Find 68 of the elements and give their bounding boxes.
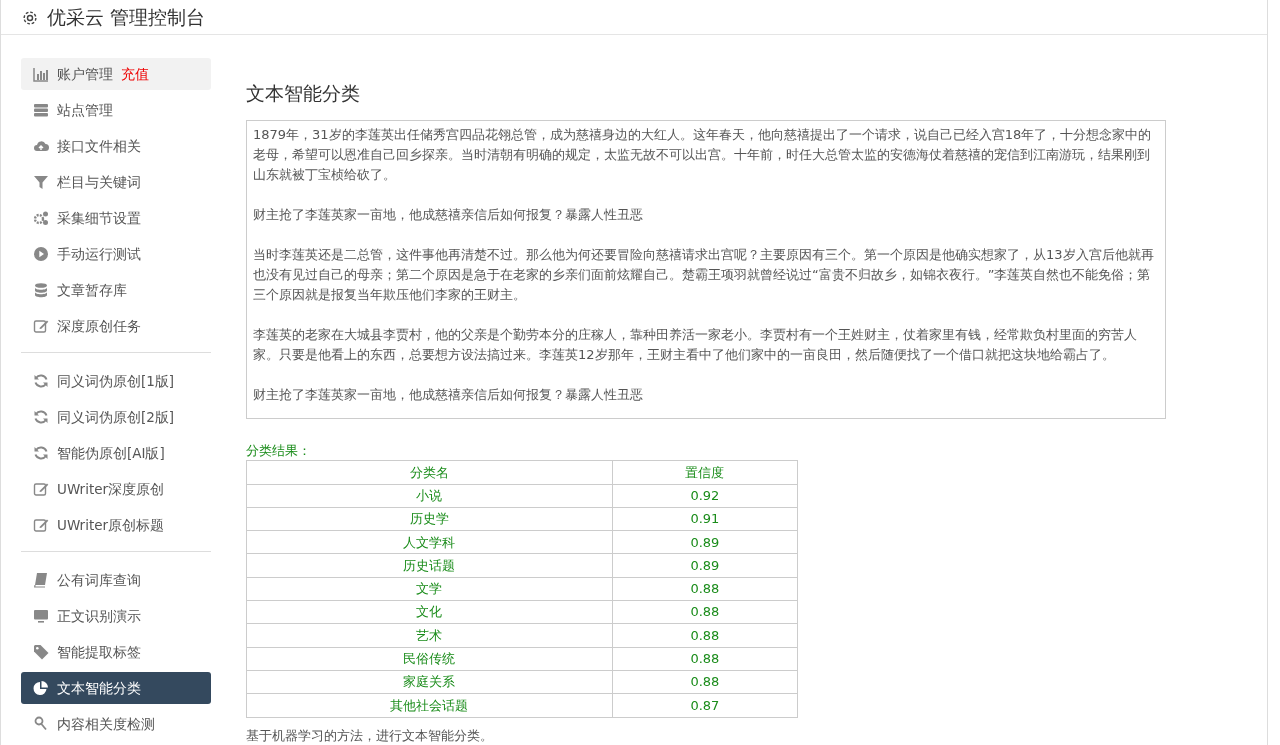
refresh-icon bbox=[33, 445, 49, 462]
sidebar-item[interactable]: UWriter深度原创 bbox=[21, 473, 211, 506]
refresh-icon bbox=[33, 409, 49, 426]
refresh-icon bbox=[33, 373, 49, 390]
sidebar-item[interactable]: 站点管理 bbox=[21, 94, 211, 127]
sidebar-item[interactable]: 同义词伪原创[1版] bbox=[21, 365, 211, 398]
table-cell: 文化 bbox=[246, 600, 613, 624]
section-title: 文本智能分类 bbox=[246, 81, 361, 107]
table-cell: 0.89 bbox=[612, 553, 798, 578]
sidebar-item[interactable]: 深度原创任务 bbox=[21, 310, 211, 343]
paragraph: 李莲英的老家在大城县李贾村，他的父亲是个勤劳本分的庄稼人，靠种田养活一家老小。李贾村有一个王姓财主，仗着家里有钱，经常欺负村里面的穷苦人家。只要是他看上的东西，总要想方设法搞过来。李莲英12岁那年，王财主看中了他们家中的一亩良田，然后随便找了一个借口就把这块地给霸占了。 bbox=[253, 325, 1138, 364]
paragraph: 财主抢了李莲英家一亩地，他成慈禧亲信后如何报复？暴露人性丑恶 bbox=[253, 205, 644, 224]
text-input-area[interactable] bbox=[246, 119, 1166, 419]
sidebar-item[interactable]: 文章暂存库 bbox=[21, 274, 211, 307]
sidebar-item[interactable]: 公有词库查询 bbox=[21, 564, 211, 597]
result-label: 分类结果： bbox=[246, 441, 312, 460]
sidebar-item[interactable]: 手动运行测试 bbox=[21, 238, 211, 271]
monitor-icon bbox=[33, 608, 49, 625]
table-cell: 0.92 bbox=[612, 484, 798, 508]
table-cell: 0.88 bbox=[612, 647, 798, 671]
table-cell: 艺术 bbox=[246, 623, 613, 648]
table-cell: 文学 bbox=[246, 577, 613, 601]
book-icon bbox=[33, 572, 49, 589]
edit-icon bbox=[33, 318, 49, 335]
chart-icon bbox=[33, 66, 49, 83]
paragraph: 当时李莲英还是二总管，这件事他再清楚不过。那么他为何还要冒险向慈禧请求出宫呢？主要原因有三个。第一个原因是他确实想家了，从13岁入宫后他就再也没有见过自己的母亲；第二个原因是急于在老家的乡亲们面前炫耀自己。楚霸王项羽就曾经说过“富贵不归故乡，如锦衣夜行。”李莲英自然也不能免俗；第三个原因就是报复当年欺压他们李家的王财主。 bbox=[253, 245, 1155, 304]
table-cell: 0.88 bbox=[612, 600, 798, 624]
edit-icon bbox=[33, 481, 49, 498]
table-cell: 人文学科 bbox=[246, 530, 613, 554]
sidebar-item[interactable]: 智能伪原创[AI版] bbox=[21, 437, 211, 470]
filter-icon bbox=[33, 174, 49, 191]
table-cell: 历史话题 bbox=[246, 553, 613, 578]
pie-chart-icon bbox=[33, 680, 49, 697]
table-cell: 0.91 bbox=[612, 507, 798, 531]
table-cell: 0.88 bbox=[612, 670, 798, 694]
table-cell: 0.89 bbox=[612, 530, 798, 554]
table-cell: 0.88 bbox=[612, 623, 798, 648]
edit-icon bbox=[33, 517, 49, 534]
sidebar-item[interactable]: 接口文件相关 bbox=[21, 130, 211, 163]
page-title: 优采云 管理控制台 bbox=[47, 4, 206, 30]
table-cell: 小说 bbox=[246, 484, 613, 508]
table-cell: 0.87 bbox=[612, 693, 798, 717]
gears-icon bbox=[33, 210, 49, 227]
sidebar-item[interactable]: 同义词伪原创[2版] bbox=[21, 401, 211, 434]
table-cell: 家庭关系 bbox=[246, 670, 613, 694]
table-cell: 民俗传统 bbox=[246, 647, 613, 671]
sidebar-item[interactable]: 采集细节设置 bbox=[21, 202, 211, 235]
sidebar-item[interactable]: 栏目与关键词 bbox=[21, 166, 211, 199]
database-icon bbox=[33, 282, 49, 299]
sidebar-item[interactable]: 账户管理 充值 bbox=[21, 58, 211, 91]
recharge-link: 充值 bbox=[121, 65, 149, 85]
play-icon bbox=[33, 246, 49, 263]
sidebar-item[interactable]: 正文识别演示 bbox=[21, 600, 211, 633]
table-cell: 0.88 bbox=[612, 577, 798, 601]
sidebar-item[interactable]: UWriter原创标题 bbox=[21, 509, 211, 542]
paragraph: 1879年，31岁的李莲英出任储秀宫四品花翎总管，成为慈禧身边的大红人。这年春天，他向慈禧提出了一个请求，说自己已经入宫18年了，十分想念家中的老母，希望可以恩准自己回乡探亲。当时清朝有明确的规定，太监无故不可以出宫。十年前，时任大总管太监的安德海仗着慈禧的宠信到江南游玩，结果刚到山东就被丁宝桢给砍了。 bbox=[253, 125, 1153, 184]
table-cell: 历史学 bbox=[246, 507, 613, 531]
sidebar-item[interactable]: 文本智能分类 bbox=[21, 672, 211, 705]
column-header: 置信度 bbox=[612, 460, 798, 485]
tag-icon bbox=[33, 644, 49, 661]
column-header: 分类名 bbox=[246, 460, 613, 485]
settings-icon bbox=[21, 8, 39, 27]
description-text: 基于机器学习的方法，进行文本智能分类。 bbox=[246, 726, 494, 745]
paragraph: 财主抢了李莲英家一亩地，他成慈禧亲信后如何报复？暴露人性丑恶 bbox=[253, 385, 644, 404]
table-cell: 其他社会话题 bbox=[246, 693, 613, 717]
server-icon bbox=[33, 102, 49, 119]
sidebar-item[interactable]: 内容相关度检测 bbox=[21, 708, 211, 741]
sidebar-item[interactable]: 智能提取标签 bbox=[21, 636, 211, 669]
